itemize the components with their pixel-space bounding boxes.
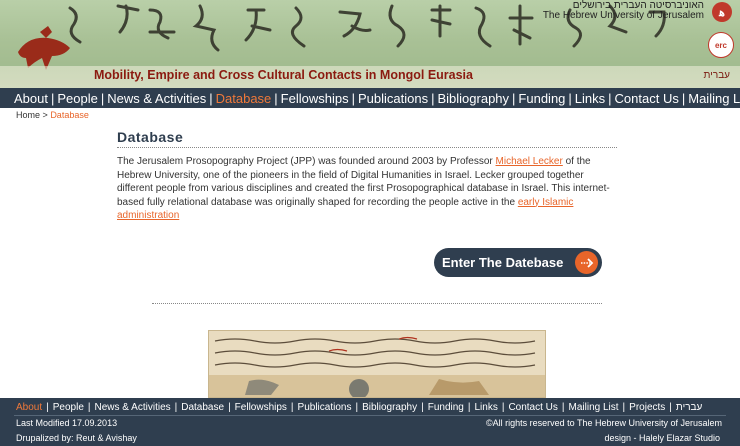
enter-database-button[interactable]: Enter The Datebase	[434, 248, 602, 277]
footer-nav-separator: |	[669, 402, 672, 413]
drupalized-credit: Drupalized by: Reut & Avishay	[16, 433, 137, 443]
footer: About | People | News & Activities | Dat…	[0, 398, 740, 446]
nav-item-bibliography[interactable]: Bibliography	[437, 91, 509, 106]
header-banner: Mobility, Empire and Cross Cultural Cont…	[0, 0, 740, 88]
erc-logo-icon[interactable]: erc	[708, 32, 734, 58]
nav-separator: |	[568, 90, 572, 106]
footer-nav-database[interactable]: Database	[181, 402, 224, 413]
nav-item-fellowships[interactable]: Fellowships	[281, 91, 349, 106]
footer-nav-bibliography[interactable]: Bibliography	[362, 402, 417, 413]
footer-nav-about[interactable]: About	[16, 402, 42, 413]
breadcrumb: Home > Database	[16, 110, 89, 120]
footer-nav-separator: |	[622, 402, 626, 413]
nav-item-links[interactable]: Links	[575, 91, 605, 106]
nav-item-publications[interactable]: Publications	[358, 91, 428, 106]
footer-nav-separator: |	[290, 402, 294, 413]
nav-separator: |	[431, 90, 435, 106]
footer-nav-projects[interactable]: Projects	[629, 402, 665, 413]
footer-nav-separator: |	[46, 402, 49, 413]
nav-separator: |	[608, 90, 612, 106]
site-title: Mobility, Empire and Cross Cultural Cont…	[94, 68, 473, 82]
nav-item-funding[interactable]: Funding	[518, 91, 565, 106]
nav-separator: |	[100, 90, 105, 106]
footer-navigation: About | People | News & Activities | Dat…	[16, 402, 702, 413]
nav-separator: |	[50, 90, 55, 106]
nav-item-about[interactable]: About	[14, 91, 48, 106]
breadcrumb-current: Database	[50, 110, 89, 120]
footer-nav-separator: |	[421, 402, 424, 413]
university-name-english: The Hebrew University of Jerusalem	[542, 10, 704, 21]
university-logo-icon[interactable]: ﮬ	[712, 2, 732, 22]
nav-item-people[interactable]: People	[57, 91, 97, 106]
breadcrumb-separator: >	[42, 110, 48, 120]
breadcrumb-home-link[interactable]: Home	[16, 110, 40, 120]
footer-nav-hebrew[interactable]: עברית	[676, 402, 702, 413]
nav-item-news-activities[interactable]: News & Activities	[107, 91, 206, 106]
footer-nav-fellowships[interactable]: Fellowships	[235, 402, 287, 413]
nav-separator: |	[351, 90, 355, 106]
intro-text-part-1: The Jerusalem Prosopography Project (JPP…	[117, 156, 496, 167]
footer-nav-separator: |	[561, 402, 565, 413]
nav-separator: |	[274, 90, 278, 106]
nav-separator: |	[512, 90, 516, 106]
title-divider	[117, 147, 617, 148]
footer-nav-links[interactable]: Links	[474, 402, 497, 413]
nav-separator: |	[681, 90, 686, 106]
nav-item-database[interactable]: Database	[216, 91, 272, 106]
design-credit: design - Halely Elazar Studio	[604, 433, 720, 443]
nav-separator: |	[209, 90, 213, 106]
footer-nav-funding[interactable]: Funding	[428, 402, 464, 413]
page-title: Database	[117, 129, 184, 145]
footer-nav-separator: |	[501, 402, 505, 413]
hebrew-language-link[interactable]: עברית	[704, 70, 730, 81]
footer-divider	[14, 415, 726, 416]
footer-nav-contact-us[interactable]: Contact Us	[508, 402, 557, 413]
arrow-right-icon	[575, 251, 598, 274]
footer-nav-separator: |	[87, 402, 91, 413]
footer-nav-separator: |	[174, 402, 178, 413]
footer-nav-people[interactable]: People	[53, 402, 84, 413]
last-modified: Last Modified 17.09.2013	[16, 418, 118, 428]
footer-nav-publications[interactable]: Publications	[298, 402, 352, 413]
footer-nav-separator: |	[355, 402, 359, 413]
footer-nav-mailing-list[interactable]: Mailing List	[569, 402, 619, 413]
nav-item-mailing-list[interactable]: Mailing List	[688, 91, 740, 106]
manuscript-image	[208, 330, 546, 398]
nav-item-contact-us[interactable]: Contact Us	[615, 91, 679, 106]
content-divider	[152, 303, 602, 304]
footer-nav-separator: |	[467, 402, 471, 413]
footer-nav-news-activities[interactable]: News & Activities	[95, 402, 171, 413]
enter-database-label: Enter The Datebase	[442, 255, 564, 270]
main-navigation: About | People | News & Activities | Dat…	[0, 88, 740, 108]
michael-lecker-link[interactable]: Michael Lecker	[496, 156, 563, 167]
copyright-text: ©All rights reserved to The Hebrew Unive…	[485, 418, 722, 428]
intro-paragraph: The Jerusalem Prosopography Project (JPP…	[117, 155, 617, 223]
footer-nav-separator: |	[228, 402, 231, 413]
